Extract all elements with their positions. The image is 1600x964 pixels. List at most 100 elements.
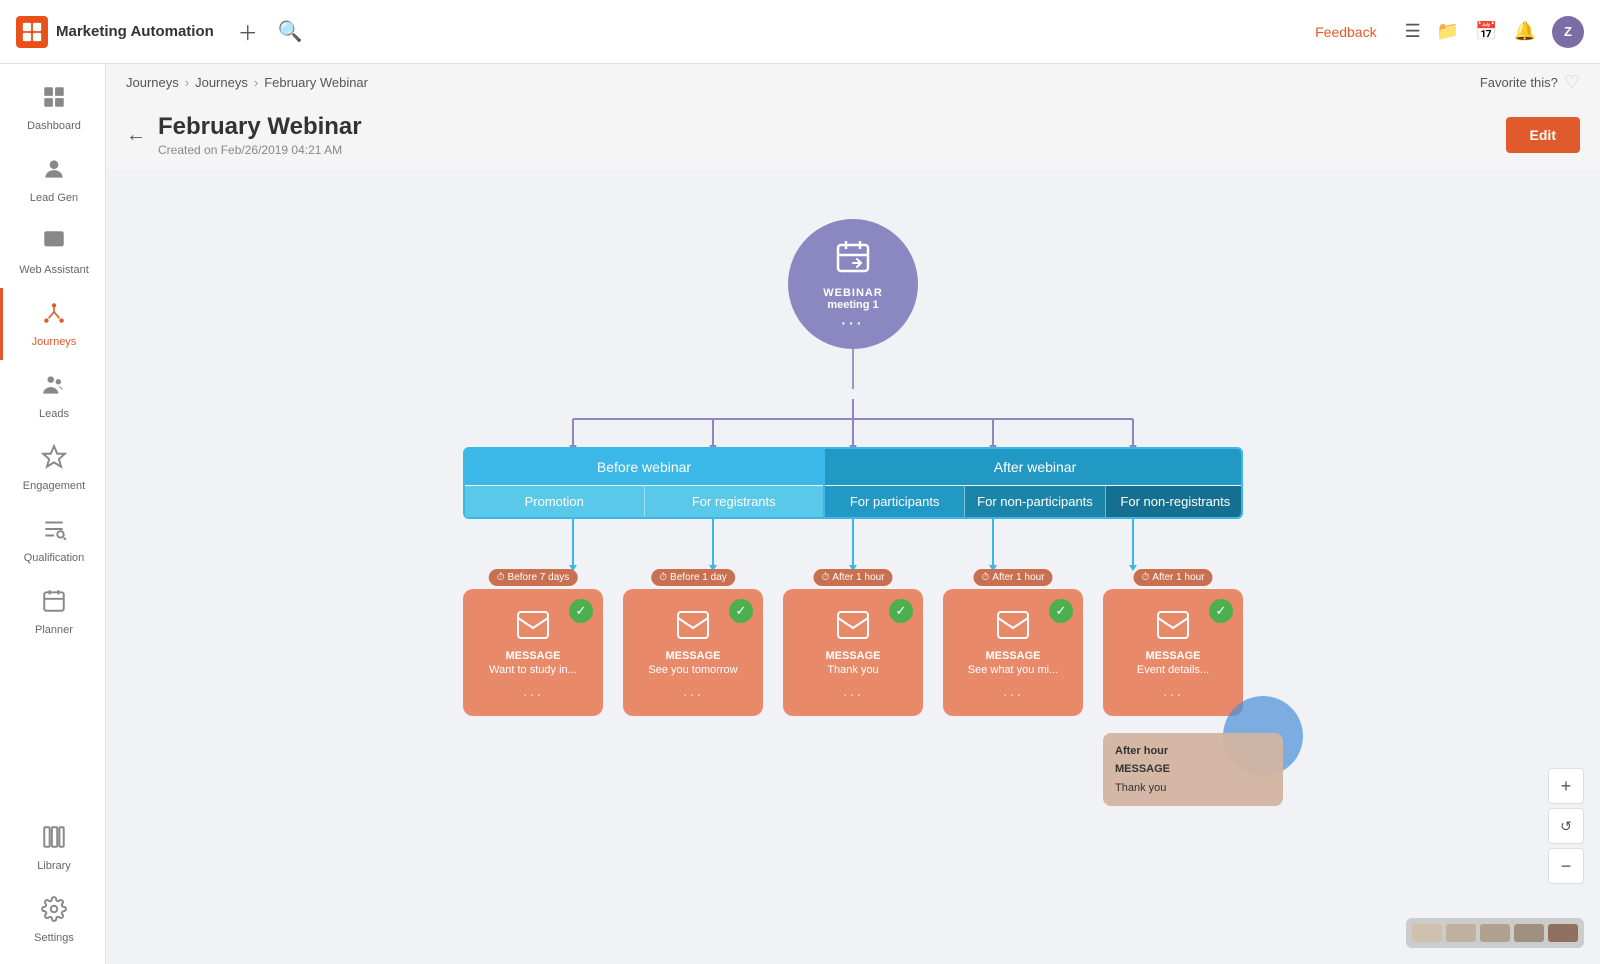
sidebar-label-library: Library (37, 860, 71, 872)
breadcrumb-current: February Webinar (264, 75, 368, 90)
engagement-icon (41, 444, 67, 476)
sidebar-item-library[interactable]: Library (0, 812, 105, 884)
sidebar-item-qualification[interactable]: Qualification (0, 504, 105, 576)
sidebar-item-engagement[interactable]: Engagement (0, 432, 105, 504)
settings-icon (41, 896, 67, 928)
card-1[interactable]: ⏱Before 7 days ✓ MESSAGE Want to study i… (463, 589, 603, 716)
after-hour-tooltip: After hour MESSAGE Thank you (1103, 733, 1283, 807)
card-2-mail-icon (677, 611, 709, 646)
logo-area: Marketing Automation (16, 16, 214, 48)
heart-icon[interactable]: ♡ (1564, 72, 1580, 93)
card-2-dots: ··· (683, 686, 703, 702)
thumb-block-1 (1412, 924, 1442, 942)
card-4-text: See what you mi... (968, 664, 1059, 676)
start-node-label: WEBINAR (823, 287, 883, 299)
web-assistant-icon (41, 228, 67, 260)
card-1-timing: ⏱Before 7 days (489, 569, 578, 586)
search-button[interactable]: 🔍 (274, 15, 307, 48)
sidebar-item-dashboard[interactable]: Dashboard (0, 72, 105, 144)
canvas[interactable]: WEBINAR meeting 1 ··· (106, 169, 1600, 964)
sidebar-label-leads: Leads (39, 408, 69, 420)
card-1-check: ✓ (569, 599, 593, 623)
edit-button[interactable]: Edit (1506, 117, 1580, 153)
card-5-check: ✓ (1209, 599, 1233, 623)
sidebar-label-web-assistant: Web Assistant (19, 264, 89, 276)
sidebar-item-lead-gen[interactable]: Lead Gen (0, 144, 105, 216)
start-node-icon (833, 237, 873, 285)
card-2-text: See you tomorrow (648, 664, 737, 676)
breadcrumb-journeys1[interactable]: Journeys (126, 75, 179, 90)
card-3-mail-icon (837, 611, 869, 646)
thumbnail-preview (1406, 918, 1584, 948)
card-5[interactable]: ⏱After 1 hour ✓ MESSAGE Event details...… (1103, 589, 1243, 716)
sidebar-label-qualification: Qualification (24, 552, 85, 564)
branch-for-participants: For participants (825, 486, 965, 517)
topbar-actions: ＋ 🔍 (234, 13, 307, 50)
zoom-out-button[interactable]: − (1548, 848, 1584, 884)
branch-connectors-svg (463, 389, 1243, 449)
card-4[interactable]: ⏱After 1 hour ✓ MESSAGE See what you mi.… (943, 589, 1083, 716)
sidebar-label-planner: Planner (35, 624, 73, 636)
card-3-label: MESSAGE (825, 650, 880, 662)
qualification-icon (41, 516, 67, 548)
thumb-block-5 (1548, 924, 1578, 942)
zoom-reset-button[interactable]: ↺ (1548, 808, 1584, 844)
sidebar-item-web-assistant[interactable]: Web Assistant (0, 216, 105, 288)
page-title-area: February Webinar Created on Feb/26/2019 … (158, 113, 1494, 157)
zoom-in-button[interactable]: + (1548, 768, 1584, 804)
sidebar-item-leads[interactable]: Leads (0, 360, 105, 432)
cards-row: ⏱Before 7 days ✓ MESSAGE Want to study i… (463, 589, 1243, 716)
sidebar-item-journeys[interactable]: Journeys (0, 288, 105, 360)
branch-for-non-registrants: For non-registrants (1106, 486, 1243, 517)
card-3-dots: ··· (843, 686, 863, 702)
zoom-controls: + ↺ − (1548, 768, 1584, 884)
card-1-label: MESSAGE (505, 650, 560, 662)
calendar-icon[interactable]: 📅 (1475, 21, 1497, 42)
card-4-timing: ⏱After 1 hour (973, 569, 1052, 586)
folder-icon[interactable]: 📁 (1437, 21, 1459, 42)
planner-icon (41, 588, 67, 620)
card-2-label: MESSAGE (665, 650, 720, 662)
breadcrumb: Journeys › Journeys › February Webinar F… (106, 64, 1600, 101)
diagram-wrapper: WEBINAR meeting 1 ··· (126, 189, 1580, 756)
sidebar: Dashboard Lead Gen Web Assistant Journey… (0, 64, 106, 964)
add-button[interactable]: ＋ (234, 13, 262, 50)
card-3[interactable]: ⏱After 1 hour ✓ MESSAGE Thank you ··· (783, 589, 923, 716)
start-node-sublabel: meeting 1 (827, 299, 878, 311)
app-title: Marketing Automation (56, 23, 214, 40)
branch-promotion: Promotion (465, 486, 645, 517)
card-2-timing: ⏱Before 1 day (651, 569, 735, 586)
branch-for-non-participants: For non-participants (965, 486, 1105, 517)
card-2[interactable]: ⏱Before 1 day ✓ MESSAGE See you tomorrow… (623, 589, 763, 716)
bell-icon[interactable]: 🔔 (1514, 21, 1536, 42)
content-area: Journeys › Journeys › February Webinar F… (106, 64, 1600, 964)
sidebar-item-planner[interactable]: Planner (0, 576, 105, 648)
logo-icon (16, 16, 48, 48)
page-title: February Webinar (158, 113, 1494, 141)
leads-icon (41, 372, 67, 404)
card-5-label: MESSAGE (1145, 650, 1200, 662)
thumb-block-4 (1514, 924, 1544, 942)
sidebar-item-settings[interactable]: Settings (0, 884, 105, 956)
feedback-button[interactable]: Feedback (1315, 24, 1376, 40)
page-subtitle: Created on Feb/26/2019 04:21 AM (158, 143, 1494, 157)
favorite-label: Favorite this? (1480, 75, 1558, 90)
list-icon[interactable]: ☰ (1405, 21, 1421, 42)
avatar[interactable]: Z (1552, 16, 1584, 48)
back-button[interactable]: ← (126, 124, 146, 147)
sidebar-label-journeys: Journeys (32, 336, 77, 348)
breadcrumb-sep1: › (185, 75, 189, 90)
breadcrumb-journeys2[interactable]: Journeys (195, 75, 248, 90)
card-4-label: MESSAGE (985, 650, 1040, 662)
thumb-block-3 (1480, 924, 1510, 942)
card-4-check: ✓ (1049, 599, 1073, 623)
card-4-mail-icon (997, 611, 1029, 646)
card-1-mail-icon (517, 611, 549, 646)
start-node[interactable]: WEBINAR meeting 1 ··· (788, 219, 918, 349)
lead-gen-icon (41, 156, 67, 188)
card-3-timing: ⏱After 1 hour (813, 569, 892, 586)
sidebar-label-dashboard: Dashboard (27, 120, 81, 132)
start-node-dots: ··· (842, 315, 865, 331)
card-5-mail-icon (1157, 611, 1189, 646)
library-icon (41, 824, 67, 856)
